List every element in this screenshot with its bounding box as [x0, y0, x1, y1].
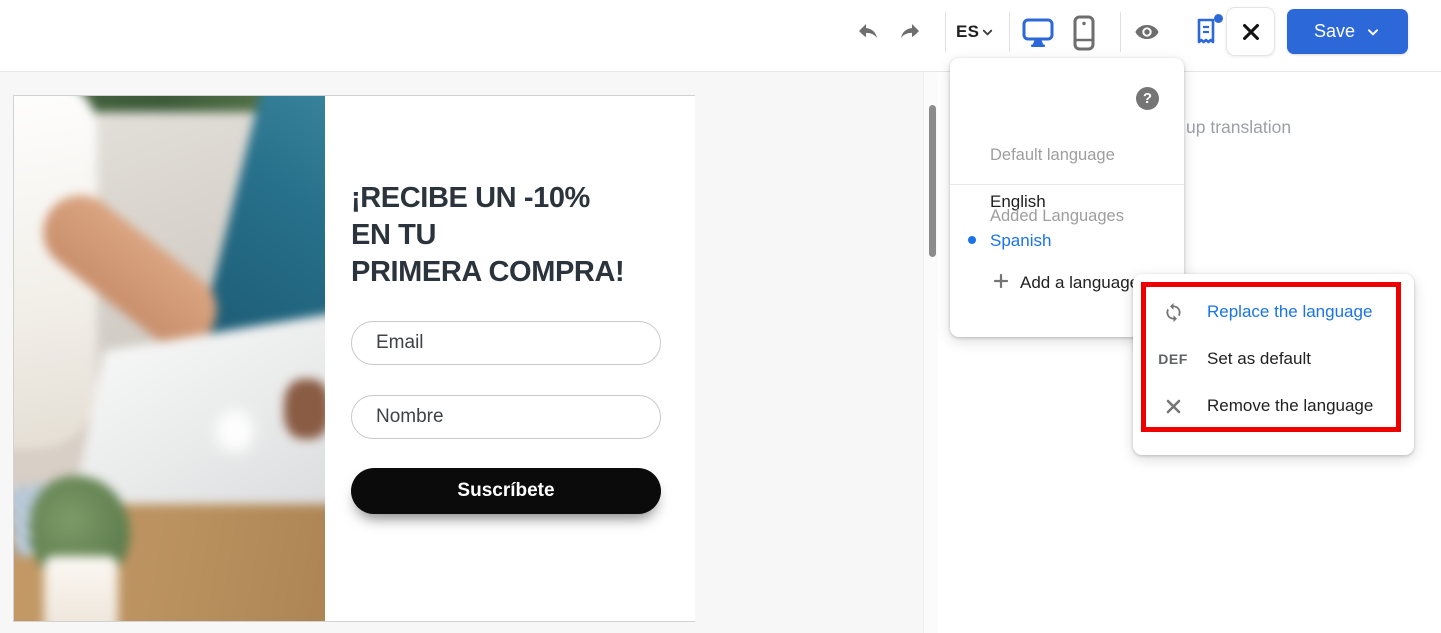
replace-language-label: Replace the language: [1207, 302, 1373, 321]
added-languages-label: Added Languages: [990, 207, 1124, 225]
notification-dot: [1214, 14, 1223, 23]
remove-language-label: Remove the language: [1207, 396, 1374, 415]
heading-line-1: ¡RECIBE UN -10%: [351, 182, 590, 214]
subscribe-button[interactable]: Suscríbete: [351, 468, 661, 514]
name-field[interactable]: [351, 395, 661, 439]
popup-heading[interactable]: ¡RECIBE UN -10% EN TU PRIMERA COMPRA!: [351, 180, 671, 291]
def-badge: DEF: [1158, 351, 1188, 367]
scrollbar-thumb[interactable]: [929, 105, 936, 257]
save-label: Save: [1313, 21, 1356, 41]
changelog-receipt-icon[interactable]: [1193, 14, 1223, 48]
popup-form: ¡RECIBE UN -10% EN TU PRIMERA COMPRA! Su…: [325, 96, 695, 621]
mobile-view-icon[interactable]: [1071, 14, 1097, 52]
language-code-label: ES: [956, 22, 980, 41]
remove-language-item[interactable]: Remove the language: [1133, 383, 1414, 429]
popup-photo[interactable]: [14, 96, 325, 621]
replace-language-item[interactable]: Replace the language: [1133, 289, 1414, 335]
language-item-spanish[interactable]: Spanish: [990, 231, 1051, 251]
setup-translation-heading: up translation: [1186, 117, 1292, 137]
menu-divider: [950, 184, 1184, 185]
undo-icon[interactable]: [855, 20, 881, 44]
active-language-bullet: [968, 236, 976, 244]
language-selector[interactable]: ES: [956, 21, 995, 43]
set-default-label: Set as default: [1207, 349, 1311, 368]
plus-icon: [992, 272, 1010, 290]
desktop-view-icon[interactable]: [1020, 16, 1056, 50]
email-field[interactable]: [351, 321, 661, 365]
toolbar-divider: [945, 12, 946, 52]
chevron-down-icon: [1368, 28, 1379, 35]
toolbar-divider: [1009, 12, 1010, 52]
toolbar-divider: [1120, 12, 1121, 52]
set-default-item[interactable]: DEF Set as default: [1133, 336, 1414, 382]
redo-icon[interactable]: [897, 20, 923, 44]
close-icon: [1162, 397, 1184, 416]
heading-line-3: PRIMERA COMPRA!: [351, 256, 625, 288]
top-toolbar: ES Save: [0, 0, 1441, 72]
preview-eye-icon[interactable]: [1132, 19, 1162, 45]
heading-line-2: EN TU: [351, 219, 437, 251]
chevron-down-icon: [983, 29, 993, 35]
close-button[interactable]: [1226, 7, 1275, 56]
add-language-button[interactable]: Add a language: [1020, 273, 1139, 293]
sync-icon: [1162, 302, 1184, 323]
default-language-label: Default language: [990, 146, 1115, 164]
language-context-menu: Replace the language DEF Set as default …: [1133, 274, 1414, 455]
save-button[interactable]: Save: [1287, 9, 1408, 54]
help-icon[interactable]: ?: [1136, 87, 1159, 110]
photo-illustration: [14, 96, 325, 621]
close-icon: [1242, 23, 1259, 40]
popup-preview: ¡RECIBE UN -10% EN TU PRIMERA COMPRA! Su…: [13, 95, 695, 622]
editor-window: up translation ¡RECIBE UN -10% EN TU PRI…: [0, 0, 1441, 633]
